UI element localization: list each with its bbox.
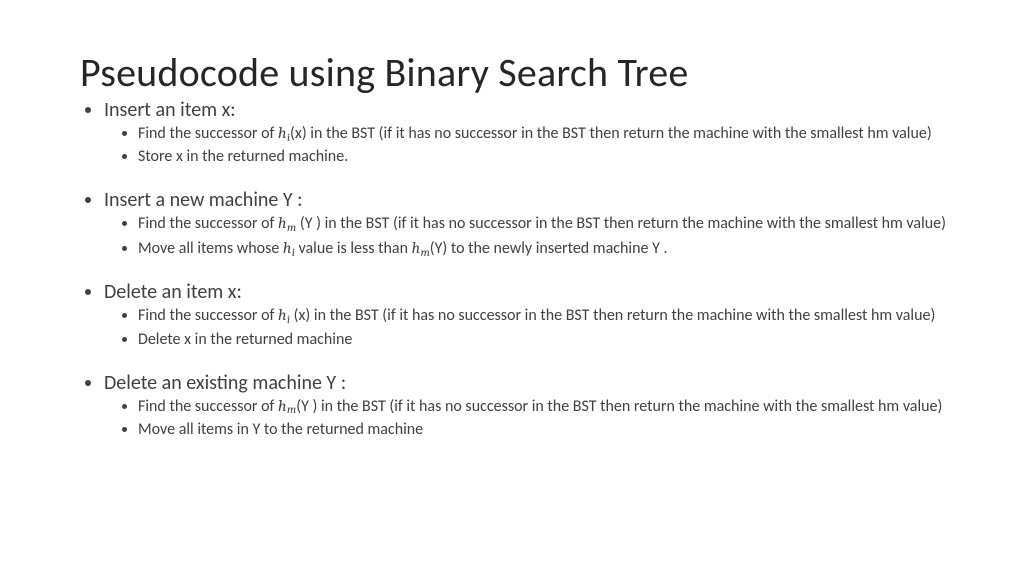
bullet-text: Find the successor of bbox=[138, 397, 278, 416]
math-var: hi bbox=[278, 306, 290, 324]
bullet-text: (x) in the BST (if it has no successor i… bbox=[290, 124, 932, 143]
section-heading-text: Delete an existing machine Y : bbox=[104, 371, 346, 395]
slide: Pseudocode using Binary Search Tree Inse… bbox=[0, 0, 1024, 576]
sub-bullet: Find the successor of hm(Y ) in the BST … bbox=[138, 397, 964, 417]
bullet-text: Find the successor of bbox=[138, 124, 278, 143]
sub-bullet: Find the successor of hm (Y ) in the BST… bbox=[138, 214, 964, 234]
sub-bullet: Find the successor of hi (x) in the BST … bbox=[138, 306, 964, 326]
bullet-text: (x) in the BST (if it has no successor i… bbox=[290, 306, 935, 325]
math-var: hi bbox=[278, 124, 290, 142]
math-var: hi bbox=[283, 239, 295, 257]
bullet-text: value is less than bbox=[295, 239, 412, 258]
bullet-text: Store x in the returned machine. bbox=[138, 147, 348, 166]
sub-bullet: Store x in the returned machine. bbox=[138, 148, 964, 167]
section-heading-text: Insert a new machine Y : bbox=[104, 188, 303, 212]
sub-list: Find the successor of hi(x) in the BST (… bbox=[104, 124, 964, 167]
bullet-text: Move all items in Y to the returned mach… bbox=[138, 420, 423, 439]
section-heading: Insert a new machine Y :Find the success… bbox=[104, 189, 964, 259]
bullet-text: (Y ) in the BST (if it has no successor … bbox=[296, 214, 946, 233]
sub-bullet: Find the successor of hi(x) in the BST (… bbox=[138, 124, 964, 144]
slide-title: Pseudocode using Binary Search Tree bbox=[80, 48, 964, 97]
sub-list: Find the successor of hm (Y ) in the BST… bbox=[104, 214, 964, 259]
content-list: Insert an item x:Find the successor of h… bbox=[80, 99, 964, 440]
bullet-text: (Y) to the newly inserted machine Y . bbox=[430, 239, 668, 258]
sub-bullet: Delete x in the returned machine bbox=[138, 331, 964, 350]
sub-bullet: Move all items in Y to the returned mach… bbox=[138, 421, 964, 440]
sub-bullet: Move all items whose hi value is less th… bbox=[138, 239, 964, 259]
section-heading-text: Delete an item x: bbox=[104, 280, 242, 304]
section-heading-text: Insert an item x: bbox=[104, 98, 236, 122]
math-var: hm bbox=[278, 214, 296, 232]
bullet-text: Delete x in the returned machine bbox=[138, 330, 352, 349]
bullet-text: Find the successor of bbox=[138, 214, 278, 233]
section-heading: Delete an existing machine Y : Find the … bbox=[104, 372, 964, 440]
bullet-text: Find the successor of bbox=[138, 306, 278, 325]
bullet-text: (Y ) in the BST (if it has no successor … bbox=[296, 397, 942, 416]
math-var: hm bbox=[412, 239, 430, 257]
section-heading: Delete an item x:Find the successor of h… bbox=[104, 281, 964, 349]
section-heading: Insert an item x:Find the successor of h… bbox=[104, 99, 964, 167]
sub-list: Find the successor of hm(Y ) in the BST … bbox=[104, 397, 964, 440]
bullet-text: Move all items whose bbox=[138, 239, 283, 258]
math-var: hm bbox=[278, 397, 296, 415]
sub-list: Find the successor of hi (x) in the BST … bbox=[104, 306, 964, 349]
